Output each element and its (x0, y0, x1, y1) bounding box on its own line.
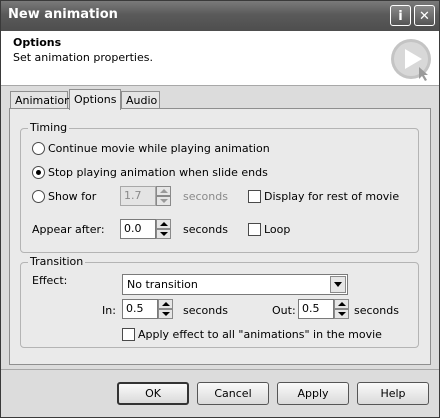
window-title: New animation (8, 7, 118, 22)
show-for-label[interactable]: Show for (48, 190, 96, 203)
effect-value: No transition (127, 278, 198, 291)
close-button[interactable]: ✕ (414, 5, 435, 26)
appear-after-down-arrow[interactable] (156, 229, 171, 239)
tab-animation[interactable]: Animation (10, 91, 71, 109)
effect-label: Effect: (32, 274, 68, 287)
show-for-units: seconds (183, 190, 228, 203)
chevron-down-icon[interactable] (330, 276, 346, 293)
out-stepper[interactable]: 0.5 (298, 299, 350, 319)
help-button[interactable]: Help (357, 382, 429, 405)
in-units: seconds (183, 304, 228, 317)
in-down-arrow[interactable] (158, 309, 173, 319)
dialog-header: Options Set animation properties. (1, 31, 439, 86)
out-units: seconds (354, 304, 399, 317)
tab-options[interactable]: Options (69, 89, 121, 110)
show-for-stepper[interactable]: 1.7 (120, 186, 172, 206)
loop-label[interactable]: Loop (264, 223, 290, 236)
apply-all-label[interactable]: Apply effect to all "animations" in the … (138, 328, 382, 341)
ok-button[interactable]: OK (117, 382, 189, 405)
out-down-arrow[interactable] (334, 309, 349, 319)
effect-select[interactable]: No transition (122, 274, 348, 295)
out-up-arrow[interactable] (334, 299, 349, 309)
continue-movie-radio[interactable] (32, 142, 45, 155)
appear-after-up-arrow[interactable] (156, 219, 171, 229)
cancel-button[interactable]: Cancel (197, 382, 269, 405)
appear-after-label: Appear after: (32, 223, 105, 236)
play-icon (391, 39, 431, 81)
in-input[interactable]: 0.5 (122, 299, 158, 319)
stop-playing-label[interactable]: Stop playing animation when slide ends (48, 166, 268, 179)
show-for-up-arrow[interactable] (156, 186, 171, 196)
continue-movie-label[interactable]: Continue movie while playing animation (48, 142, 270, 155)
show-for-down-arrow[interactable] (156, 196, 171, 206)
footer-divider (1, 369, 439, 370)
tab-strip: Animation Options Audio (1, 89, 439, 110)
out-label: Out: (272, 304, 296, 317)
out-input[interactable]: 0.5 (298, 299, 334, 319)
appear-after-stepper[interactable]: 0.0 (120, 219, 172, 239)
display-rest-label[interactable]: Display for rest of movie (264, 190, 399, 203)
header-subtitle: Set animation properties. (13, 51, 153, 64)
loop-checkbox[interactable] (248, 223, 261, 236)
dialog-window: New animation i ✕ Options Set animation … (0, 0, 440, 418)
in-up-arrow[interactable] (158, 299, 173, 309)
in-label: In: (102, 304, 116, 317)
options-panel: Timing Continue movie while playing anim… (9, 108, 431, 365)
transition-legend: Transition (28, 255, 86, 268)
info-button[interactable]: i (390, 5, 411, 26)
appear-after-input[interactable]: 0.0 (120, 219, 156, 239)
in-stepper[interactable]: 0.5 (122, 299, 174, 319)
display-rest-checkbox[interactable] (248, 190, 261, 203)
show-for-radio[interactable] (32, 190, 45, 203)
apply-all-checkbox[interactable] (122, 328, 135, 341)
timing-legend: Timing (28, 121, 70, 134)
show-for-input[interactable]: 1.7 (120, 186, 156, 206)
apply-button[interactable]: Apply (277, 382, 349, 405)
tab-audio[interactable]: Audio (121, 91, 160, 109)
appear-after-units: seconds (183, 223, 228, 236)
title-bar[interactable]: New animation i ✕ (1, 1, 439, 31)
stop-playing-radio[interactable] (32, 166, 45, 179)
header-title: Options (13, 36, 62, 49)
